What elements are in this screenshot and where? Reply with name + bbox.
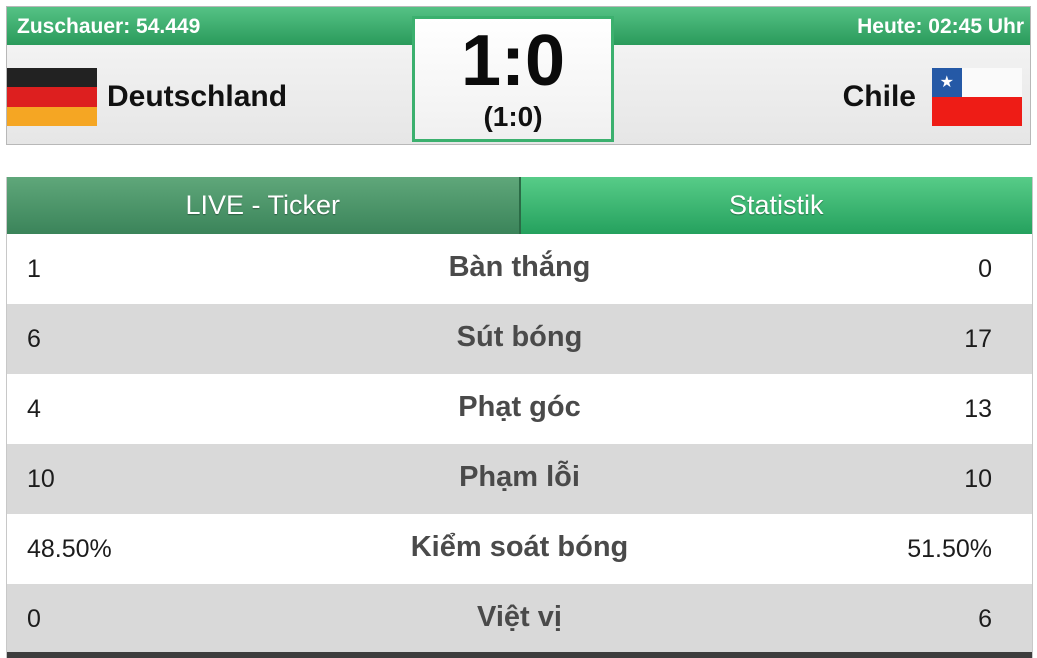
stat-row-fouls: 10 Phạm lỗi 10: [7, 444, 1032, 514]
tab-live-ticker[interactable]: LIVE - Ticker: [7, 177, 521, 234]
bottom-divider: [7, 652, 1032, 658]
germany-flag-icon: [7, 68, 97, 126]
away-team-name: Chile: [842, 80, 916, 113]
stat-row-corners: 4 Phạt góc 13: [7, 374, 1032, 444]
spectators-count: Zuschauer: 54.449: [17, 15, 201, 38]
stats-panel: LIVE - Ticker Statistik 1 Bàn thắng 0 6 …: [6, 177, 1033, 658]
stat-row-possession: 48.50% Kiểm soát bóng 51.50%: [7, 514, 1032, 584]
stat-row-goals: 1 Bàn thắng 0: [7, 234, 1032, 304]
chile-flag-icon: ★: [932, 68, 1022, 126]
stats-table: 1 Bàn thắng 0 6 Sút bóng 17 4 Phạt góc 1…: [7, 234, 1032, 654]
halftime-score: (1:0): [483, 101, 543, 132]
away-team[interactable]: Chile ★: [843, 67, 1022, 127]
home-team-name: Deutschland: [107, 80, 288, 113]
stat-label: Sút bóng: [456, 321, 583, 353]
kickoff-time: Heute: 02:45 Uhr: [857, 15, 1024, 38]
stat-row-offside: 0 Việt vị 6: [7, 584, 1032, 654]
away-value: 51.50%: [907, 535, 992, 563]
score-box: 1:0 (1:0): [412, 16, 614, 142]
tab-statistik[interactable]: Statistik: [520, 177, 1032, 234]
final-score: 1:0: [460, 21, 566, 101]
stat-label: Việt vị: [477, 601, 562, 633]
stat-label: Phạt góc: [458, 391, 581, 423]
away-value: 17: [964, 325, 992, 353]
stat-label: Bàn thắng: [448, 251, 591, 283]
tab-bar: LIVE - Ticker Statistik: [7, 177, 1032, 234]
stat-label: Kiểm soát bóng: [410, 531, 629, 563]
away-value: 10: [964, 465, 992, 493]
stat-row-shots: 6 Sút bóng 17: [7, 304, 1032, 374]
home-team[interactable]: Deutschland: [7, 67, 287, 127]
scoreboard: Zuschauer: 54.449 Heute: 02:45 Uhr Deuts…: [6, 6, 1031, 145]
stat-label: Phạm lỗi: [459, 461, 580, 493]
away-value: 0: [978, 255, 992, 283]
away-value: 13: [964, 395, 992, 423]
away-value: 6: [978, 605, 992, 633]
